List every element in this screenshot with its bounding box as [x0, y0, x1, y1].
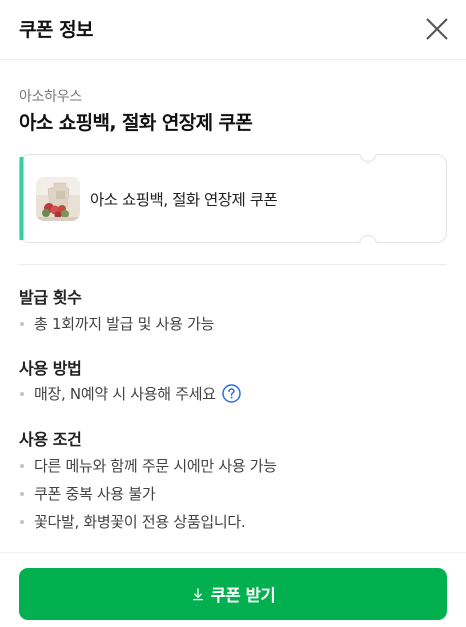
list-item: 쿠폰 중복 사용 불가	[19, 483, 156, 504]
get-coupon-button[interactable]: 쿠폰 받기	[19, 568, 447, 620]
coupon-title: 아소 쇼핑백, 절화 연장제 쿠폰	[19, 112, 253, 134]
bullet-dot	[20, 519, 24, 524]
brand-name: 아소하우스	[19, 89, 82, 105]
coupon-card: 아소 쇼핑백, 절화 연장제 쿠폰	[19, 154, 447, 243]
list-item: 매장, N예약 시 사용해 주세요	[19, 383, 241, 404]
list-item-text: 매장, N예약 시 사용해 주세요	[34, 385, 216, 403]
list-item-text: 다른 메뉴와 함께 주문 시에만 사용 가능	[34, 457, 277, 475]
list-item-text: 꽃다발, 화병꽃이 전용 상품입니다.	[34, 513, 246, 531]
bullet-dot	[20, 491, 24, 496]
section-title-issue: 발급 횟수	[19, 288, 82, 307]
section-title-usage: 사용 방법	[19, 359, 82, 378]
bullet-dot	[20, 391, 24, 396]
close-icon	[426, 18, 448, 40]
coupon-card-name: 아소 쇼핑백, 절화 연장제 쿠폰	[90, 191, 278, 209]
list-item: 다른 메뉴와 함께 주문 시에만 사용 가능	[19, 455, 277, 476]
modal-title: 쿠폰 정보	[19, 19, 94, 41]
bullet-dot	[20, 463, 24, 468]
list-item: 총 1회까지 발급 및 사용 가능	[19, 313, 214, 334]
section-title-conditions: 사용 조건	[19, 430, 82, 449]
coupon-thumbnail	[36, 177, 80, 221]
bullet-dot	[20, 321, 24, 326]
list-item: 꽃다발, 화병꽃이 전용 상품입니다.	[19, 511, 246, 532]
divider	[19, 264, 447, 265]
download-icon	[191, 587, 205, 601]
get-coupon-label: 쿠폰 받기	[210, 586, 276, 605]
list-item-text: 쿠폰 중복 사용 불가	[34, 485, 156, 503]
list-item-text: 총 1회까지 발급 및 사용 가능	[34, 315, 215, 333]
footer-divider	[0, 552, 466, 553]
modal-header: 쿠폰 정보	[0, 0, 466, 60]
close-button[interactable]	[420, 12, 454, 46]
question-circle-icon[interactable]	[222, 384, 241, 403]
